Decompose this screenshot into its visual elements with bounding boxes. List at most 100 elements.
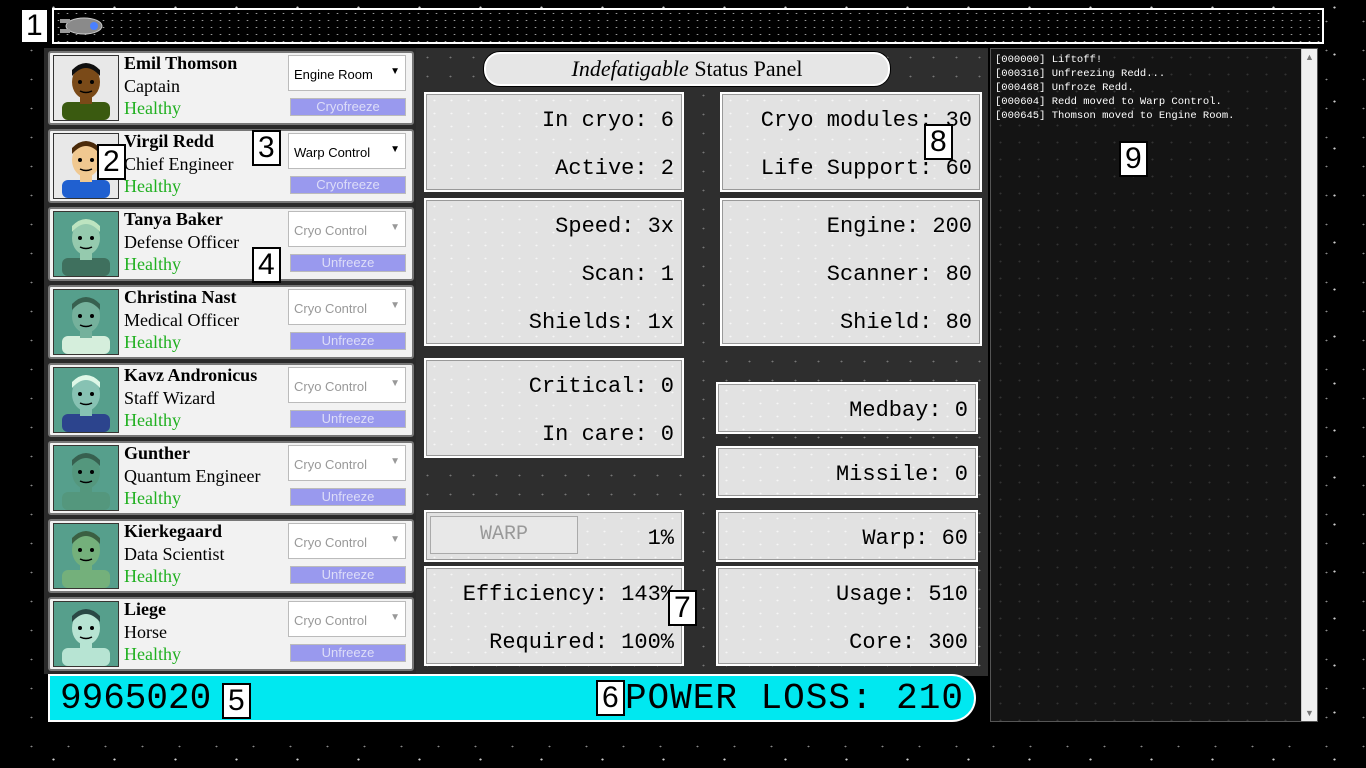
crew-portrait-icon (62, 609, 110, 666)
crew-location-select[interactable]: Warp Control ▼ (288, 133, 406, 169)
marker-8: 8 (924, 124, 953, 160)
chevron-down-icon: ▼ (390, 300, 400, 311)
crew-portrait (53, 445, 119, 511)
scroll-up-icon[interactable]: ▲ (1305, 52, 1314, 62)
marker-2: 2 (97, 144, 126, 180)
crew-portrait-icon (62, 453, 110, 510)
crew-location-select[interactable]: Cryo Control ▼ (288, 601, 406, 637)
chevron-down-icon: ▼ (390, 456, 400, 467)
crew-status: Healthy (124, 332, 181, 352)
crew-location-value: Cryo Control (294, 223, 367, 238)
crew-cryo-button[interactable]: Cryofreeze (290, 176, 406, 194)
crew-name: Liege (124, 599, 166, 619)
crew-card[interactable]: Liege Horse Healthy Cryo Control ▼ Unfre… (48, 597, 414, 671)
ship-stats-box: Speed: 3x Scan: 1 Shields: 1x (424, 198, 684, 346)
crew-location-value: Cryo Control (294, 301, 367, 316)
crew-role: Defense Officer (124, 232, 240, 252)
shield-readout: Shield: 80 (839, 310, 972, 335)
power-loss-readout: POWER LOSS: 210 (624, 678, 964, 719)
engine-readout: Engine: 200 (826, 214, 972, 239)
crew-cryo-button[interactable]: Unfreeze (290, 254, 406, 272)
warp-progress-readout: 1% (647, 526, 674, 551)
chevron-down-icon: ▼ (390, 534, 400, 545)
crew-name: Kavz Andronicus (124, 365, 258, 385)
crew-cryo-button[interactable]: Unfreeze (290, 410, 406, 428)
medical-box: Critical: 0 In care: 0 (424, 358, 684, 458)
chevron-down-icon: ▼ (390, 144, 400, 155)
crew-portrait (53, 211, 119, 277)
crew-card[interactable]: Emil Thomson Captain Healthy Engine Room… (48, 51, 414, 125)
log-scrollbar[interactable]: ▲ ▼ (1301, 49, 1317, 721)
crew-card[interactable]: Kavz Andronicus Staff Wizard Healthy Cry… (48, 363, 414, 437)
crew-location-value: Cryo Control (294, 457, 367, 472)
crew-name: Virgil Redd (124, 131, 214, 151)
crew-location-value: Warp Control (294, 145, 371, 160)
crew-cryo-button[interactable]: Unfreeze (290, 488, 406, 506)
crew-status: Healthy (124, 488, 181, 508)
crew-status: Healthy (124, 98, 181, 118)
power-usage-box: Usage: 510 Core: 300 (716, 566, 978, 666)
crew-card[interactable]: Gunther Quantum Engineer Healthy Cryo Co… (48, 441, 414, 515)
core-readout: Core: 300 (849, 630, 968, 655)
crew-name: Christina Nast (124, 287, 237, 307)
crew-cryo-button[interactable]: Unfreeze (290, 644, 406, 662)
crew-card[interactable]: Kierkegaard Data Scientist Healthy Cryo … (48, 519, 414, 593)
crew-card[interactable]: Christina Nast Medical Officer Healthy C… (48, 285, 414, 359)
crew-location-select[interactable]: Cryo Control ▼ (288, 211, 406, 247)
crew-role: Horse (124, 622, 167, 642)
crew-role: Quantum Engineer (124, 466, 261, 486)
crew-role: Captain (124, 76, 180, 96)
crew-name: Gunther (124, 443, 191, 463)
crew-cryo-button[interactable]: Cryofreeze (290, 98, 406, 116)
in-cryo-readout: In cryo: 6 (541, 108, 674, 133)
marker-5: 5 (222, 683, 251, 719)
crew-location-value: Cryo Control (294, 379, 367, 394)
status-panel: Indefatigable Status Panel In cryo: 6 Ac… (416, 48, 988, 676)
crew-location-value: Engine Room (294, 67, 373, 82)
marker-9: 9 (1119, 141, 1148, 177)
scan-readout: Scan: 1 (581, 262, 674, 287)
event-log[interactable]: [000000] Liftoff! [000316] Unfreezing Re… (990, 48, 1318, 722)
crew-cryo-button[interactable]: Unfreeze (290, 332, 406, 350)
crew-cryo-button[interactable]: Unfreeze (290, 566, 406, 584)
warp-control-box: WARP 1% (424, 510, 684, 562)
crew-name: Tanya Baker (124, 209, 223, 229)
warp-button[interactable]: WARP (430, 516, 578, 554)
crew-role: Medical Officer (124, 310, 240, 330)
crew-portrait-icon (62, 63, 110, 120)
crew-location-select[interactable]: Cryo Control ▼ (288, 289, 406, 325)
crew-location-select[interactable]: Cryo Control ▼ (288, 367, 406, 403)
scanner-readout: Scanner: 80 (826, 262, 972, 287)
crew-location-select[interactable]: Cryo Control ▼ (288, 445, 406, 481)
warp-power-box: Warp: 60 (716, 510, 978, 562)
power-bar: 9965020 POWER LOSS: 210 (48, 674, 976, 722)
crew-role: Staff Wizard (124, 388, 216, 408)
crew-name: Kierkegaard (124, 521, 222, 541)
crew-card[interactable]: Tanya Baker Defense Officer Healthy Cryo… (48, 207, 414, 281)
warp-readout: Warp: 60 (862, 526, 968, 551)
crew-portrait (53, 601, 119, 667)
crew-location-select[interactable]: Cryo Control ▼ (288, 523, 406, 559)
marker-6: 6 (596, 680, 625, 716)
systems-power-box: Engine: 200 Scanner: 80 Shield: 80 (720, 198, 982, 346)
chevron-down-icon: ▼ (390, 612, 400, 623)
in-care-readout: In care: 0 (541, 422, 674, 447)
marker-7: 7 (668, 590, 697, 626)
scroll-down-icon[interactable]: ▼ (1305, 708, 1314, 718)
crew-portrait-icon (62, 531, 110, 588)
crew-portrait (53, 367, 119, 433)
chevron-down-icon: ▼ (390, 66, 400, 77)
crew-role: Chief Engineer (124, 154, 234, 174)
crew-portrait-icon (62, 219, 110, 276)
chevron-down-icon: ▼ (390, 222, 400, 233)
score-readout: 9965020 (60, 678, 212, 719)
shields-readout: Shields: 1x (528, 310, 674, 335)
required-readout: Required: 100% (489, 630, 674, 655)
efficiency-box: Efficiency: 143% Required: 100% (424, 566, 684, 666)
marker-3: 3 (252, 130, 281, 166)
missile-readout: Missile: 0 (835, 462, 968, 487)
usage-readout: Usage: 510 (835, 582, 968, 607)
crew-location-value: Cryo Control (294, 535, 367, 550)
marker-4: 4 (252, 247, 281, 283)
crew-location-select[interactable]: Engine Room ▼ (288, 55, 406, 91)
